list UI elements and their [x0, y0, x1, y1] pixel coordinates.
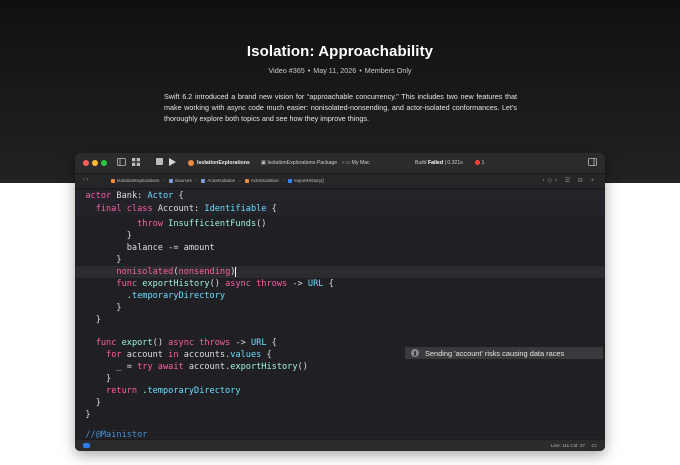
inspector-toggle-icon[interactable] [588, 158, 597, 166]
mac-icon: ▭ [345, 160, 351, 166]
back-forward-icon[interactable]: ‹ › [83, 177, 89, 183]
folder-icon [201, 178, 206, 183]
chevron-right-icon: › [342, 160, 344, 166]
build-time: | 0.321s [444, 160, 463, 166]
error-count: 1 [481, 160, 485, 166]
code-line: } [106, 374, 112, 384]
jump-bar: ‹ › IsolationExplorations › Sources › Ac… [75, 174, 605, 189]
debug-area-toggle-icon[interactable] [83, 443, 90, 448]
breadcrumb-item[interactable]: Sources [168, 178, 192, 183]
package-icon: ▣ [261, 160, 266, 166]
device-selector[interactable]: › ▭ My Mac [342, 160, 370, 166]
scheme-selector[interactable]: IsolationExplorations [188, 160, 250, 166]
data-race-warning[interactable]: Sending 'account' risks causing data rac… [405, 347, 603, 359]
xcode-toolbar: IsolationExplorations ▣ IsolationExplora… [75, 153, 605, 174]
code-line: balance -= amount [126, 243, 215, 253]
breadcrumb-item[interactable]: IsolationExplorations [111, 178, 159, 183]
warning-message: Sending 'account' risks causing data rac… [425, 348, 565, 358]
code-line: actor Bank: Actor { [75, 190, 605, 202]
build-label: Build [415, 160, 427, 166]
destination-name: IsolationExplorations-Package [267, 160, 338, 166]
cursor-position: Line: 111 Col: 27 [550, 443, 585, 448]
code-line-current: nonisolated(nonsending) [75, 266, 605, 278]
video-meta: Video #365 • May 11, 2026 • Members Only [0, 66, 680, 75]
meta-separator: • [359, 66, 362, 75]
zoom-window-button[interactable] [101, 160, 107, 166]
chevron-right-icon: › [282, 178, 285, 183]
code-line: } [116, 303, 122, 313]
chevron-right-icon: › [239, 178, 241, 183]
breadcrumb-item[interactable]: exportHistory() [288, 178, 324, 183]
meta-separator: • [307, 66, 311, 75]
code-line: } [116, 255, 122, 265]
destination-selector[interactable]: ▣ IsolationExplorations-Package [261, 160, 337, 166]
sidebar-toggle-icon[interactable] [117, 158, 126, 166]
code-line: } [95, 398, 101, 408]
build-status: Build Failed | 0.321s [415, 160, 463, 166]
video-number: Video #365 [268, 66, 305, 75]
code-line: } [126, 231, 132, 241]
minimize-window-button[interactable] [92, 160, 98, 166]
warning-icon [411, 349, 419, 357]
video-description: Swift 6.2 introduced a brand new vision … [164, 92, 517, 123]
video-date: May 11, 2026 [313, 66, 357, 75]
chevron-right-icon: › [163, 178, 165, 183]
code-line: } [85, 410, 91, 420]
editor-options-icon[interactable]: ‹◇› ☰ ⊟ + [542, 177, 597, 184]
device-name: My Mac [351, 160, 370, 166]
code-line: final class Account: Identifiable { [75, 203, 605, 215]
breadcrumb-item[interactable]: ActorIsolation [244, 178, 279, 183]
code-line: //@Mainistor [85, 430, 148, 438]
code-line: throw InsufficientFunds() [137, 219, 267, 229]
panel-toggle-icon[interactable]: ▭ [591, 442, 597, 449]
access-level: Members Only [364, 66, 412, 75]
code-line: return .temporaryDirectory [106, 386, 241, 396]
swift-file-icon [244, 178, 249, 183]
code-editor[interactable]: actor Bank: Actor { final class Account:… [75, 189, 605, 438]
chevron-right-icon: › [195, 178, 198, 183]
build-result: Failed [428, 160, 443, 166]
method-icon [288, 178, 293, 183]
stop-icon[interactable] [156, 158, 163, 165]
code-line: func exportHistory() async throws -> URL… [116, 279, 334, 289]
scheme-name: IsolationExplorations [197, 160, 250, 166]
code-line: } [95, 315, 101, 325]
text-cursor [235, 266, 237, 277]
folder-icon [168, 178, 173, 183]
page-title: Isolation: Approachability [246, 43, 434, 60]
code-line: _ = try await account.exportHistory() [116, 362, 308, 372]
breadcrumb-item[interactable]: ActorIsolation [201, 178, 235, 183]
package-icon [111, 178, 115, 183]
close-window-button[interactable] [83, 160, 89, 166]
swift-package-icon [188, 160, 194, 166]
code-line: .temporaryDirectory [126, 291, 226, 301]
grid-icon[interactable] [132, 158, 140, 166]
error-indicator[interactable]: 1 [475, 160, 484, 166]
breadcrumb: IsolationExplorations › Sources › ActorI… [111, 178, 324, 183]
run-icon[interactable] [169, 158, 176, 166]
status-bar: Line: 111 Col: 27 ▭ [75, 439, 605, 451]
xcode-window: IsolationExplorations ▣ IsolationExplora… [75, 153, 605, 451]
